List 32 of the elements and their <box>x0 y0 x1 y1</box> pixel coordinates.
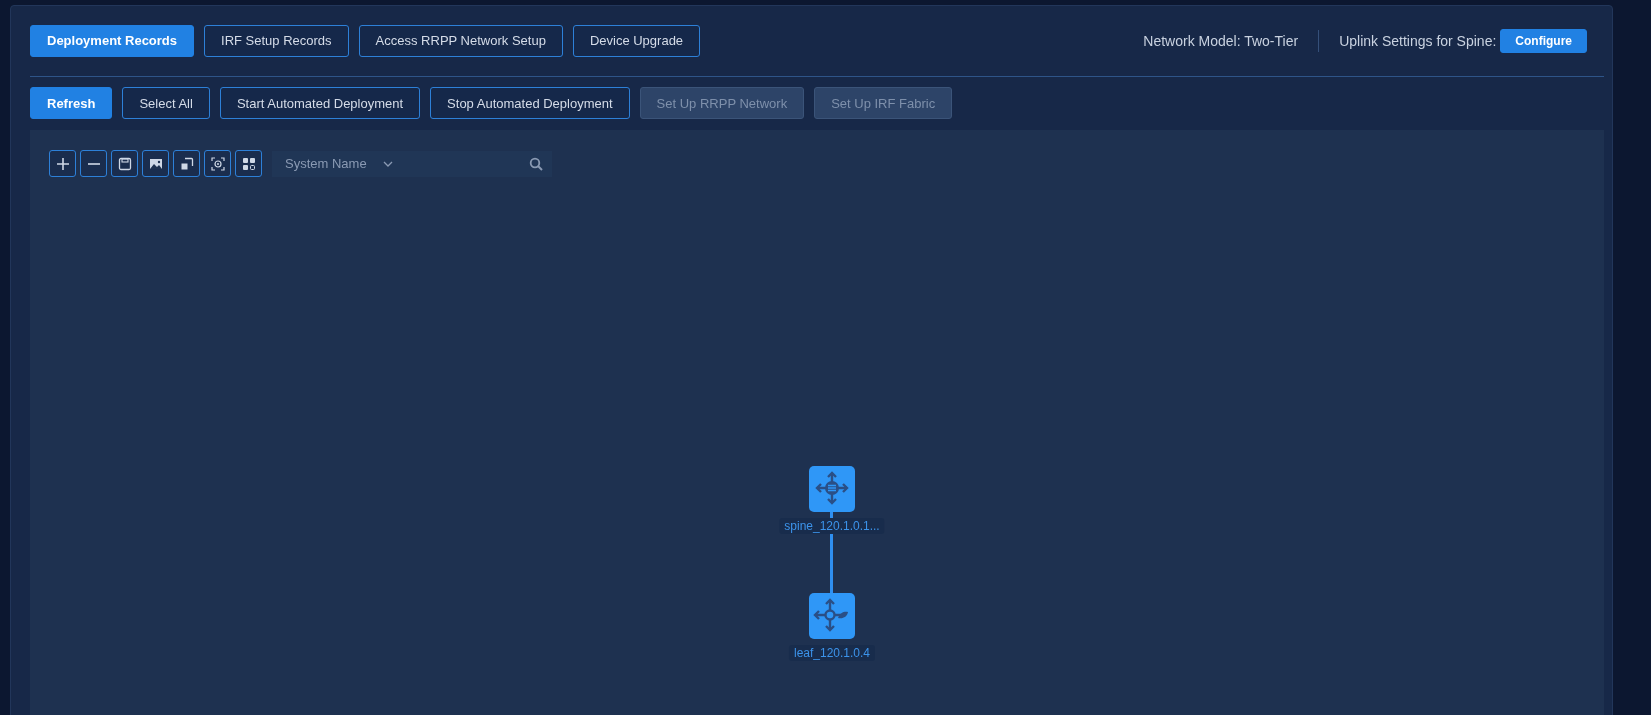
tab[interactable]: Device Upgrade <box>572 24 701 57</box>
plus-icon <box>55 156 70 171</box>
action-button[interactable]: Start Automated Deployment <box>219 87 421 119</box>
grid-icon <box>241 156 256 171</box>
grid-button[interactable] <box>235 150 262 177</box>
spine-switch-icon[interactable] <box>809 466 855 512</box>
minus-icon <box>87 162 100 165</box>
tab[interactable]: Deployment Records <box>30 24 195 57</box>
system-name-dropdown[interactable]: System Name <box>285 156 393 171</box>
focus-button[interactable] <box>204 150 231 177</box>
configure-button[interactable]: Configure <box>1500 28 1587 53</box>
tab[interactable]: Access RRPP Network Setup <box>358 24 563 57</box>
resize-icon <box>179 156 194 171</box>
plus-button[interactable] <box>49 150 76 177</box>
resize-button[interactable] <box>173 150 200 177</box>
chevron-down-icon <box>382 160 393 167</box>
search-icon <box>529 156 543 171</box>
image-button[interactable] <box>142 150 169 177</box>
search-field[interactable]: System Name <box>272 150 552 177</box>
node-label: leaf_120.1.0.4 <box>788 645 876 661</box>
minus-button[interactable] <box>80 150 107 177</box>
network-model-text: Network Model: Two-Tier <box>1143 32 1299 49</box>
action-button[interactable]: Stop Automated Deployment <box>430 87 630 119</box>
action-button[interactable]: Refresh <box>30 87 113 119</box>
action-button[interactable]: Select All <box>122 87 210 119</box>
focus-icon <box>210 156 225 171</box>
tab[interactable]: IRF Setup Records <box>204 24 349 57</box>
leaf-switch-icon[interactable] <box>809 593 855 639</box>
node-label: spine_120.1.0.1... <box>779 518 885 534</box>
floppy-disk-button[interactable] <box>111 150 138 177</box>
image-icon <box>148 156 163 171</box>
uplink-settings-label: Uplink Settings for Spine: <box>1339 32 1497 49</box>
